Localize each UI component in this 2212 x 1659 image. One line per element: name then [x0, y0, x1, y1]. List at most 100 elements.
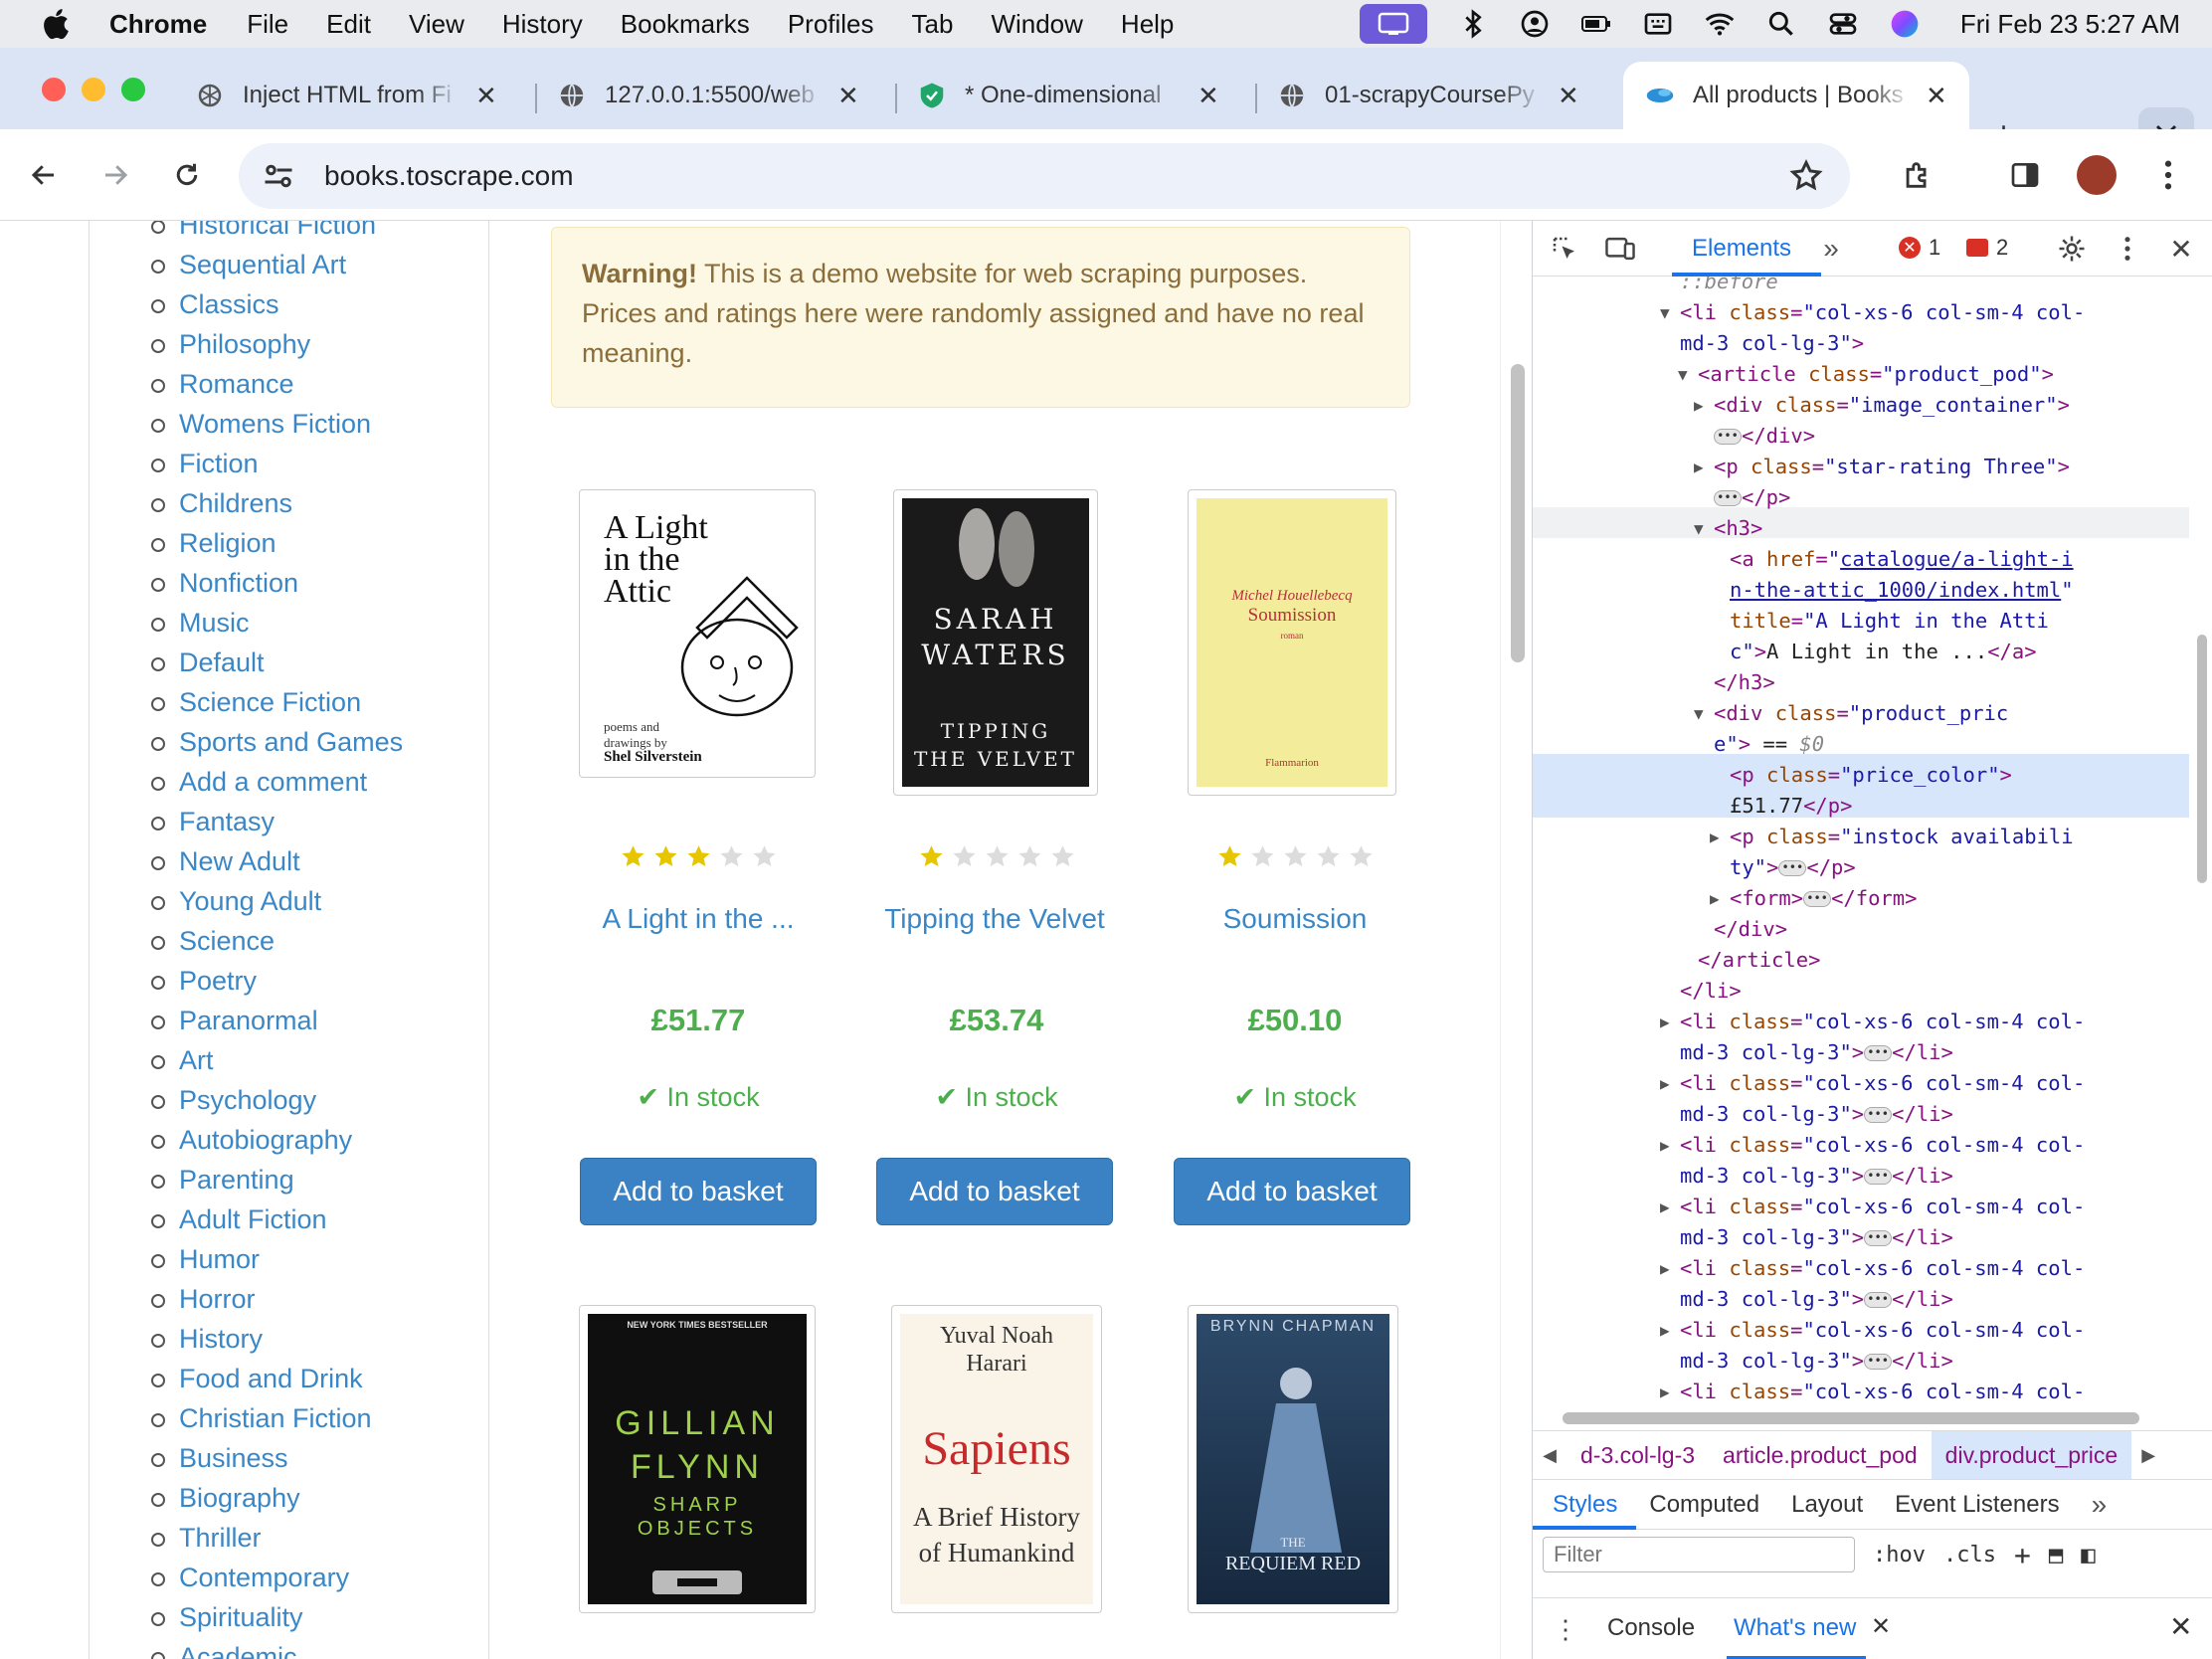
- category-link[interactable]: Business: [150, 1438, 403, 1478]
- scrollbar-thumb[interactable]: [2197, 635, 2207, 883]
- siri-icon[interactable]: [1889, 8, 1921, 40]
- ellipsis-badge[interactable]: •••: [1864, 1107, 1893, 1123]
- add-to-basket-button[interactable]: Add to basket: [876, 1158, 1113, 1225]
- collapse-triangle-icon[interactable]: ▶: [1660, 1315, 1670, 1346]
- back-button[interactable]: [20, 151, 68, 199]
- category-link[interactable]: Philosophy: [150, 324, 403, 364]
- minimize-window-button[interactable]: [82, 78, 105, 101]
- browser-tab[interactable]: Inject HTML from Fi ✕: [195, 62, 497, 129]
- product-title-link[interactable]: A Light in the ...: [549, 903, 847, 935]
- ellipsis-badge[interactable]: •••: [1778, 860, 1807, 876]
- dom-tree-horizontal-scrollbar[interactable]: [1563, 1412, 2139, 1424]
- category-link[interactable]: Music: [150, 603, 403, 643]
- chevron-right-icon[interactable]: ▶: [2131, 1445, 2165, 1466]
- category-link[interactable]: Add a comment: [150, 762, 403, 802]
- styles-filter-input[interactable]: Filter: [1543, 1537, 1855, 1572]
- book-cover[interactable]: SARAH WATERS TIPPING THE VELVET: [893, 489, 1098, 796]
- category-link[interactable]: Spirituality: [150, 1597, 403, 1637]
- menu-edit[interactable]: Edit: [326, 9, 371, 40]
- tab-console[interactable]: Console: [1607, 1614, 1695, 1642]
- tab-layout[interactable]: Layout: [1791, 1491, 1863, 1519]
- app-name-menu[interactable]: Chrome: [109, 9, 207, 40]
- ellipsis-badge[interactable]: •••: [1864, 1230, 1893, 1246]
- product-title-link[interactable]: Tipping the Velvet: [845, 903, 1144, 935]
- collapse-triangle-icon[interactable]: ▶: [1660, 1068, 1670, 1099]
- category-link[interactable]: Adult Fiction: [150, 1199, 403, 1239]
- collapse-triangle-icon[interactable]: ▶: [1694, 390, 1704, 421]
- menu-profiles[interactable]: Profiles: [788, 9, 874, 40]
- collapse-triangle-icon[interactable]: ▶: [1710, 883, 1720, 914]
- class-toggle[interactable]: .cls: [1943, 1543, 1996, 1567]
- close-devtools-icon[interactable]: ✕: [2165, 233, 2197, 265]
- menu-window[interactable]: Window: [991, 9, 1082, 40]
- add-to-basket-button[interactable]: Add to basket: [580, 1158, 817, 1225]
- dom-tree[interactable]: ::before ▼ <li class="col-xs-6 col-sm-4 co…: [1533, 276, 2189, 1629]
- spotlight-search-icon[interactable]: [1765, 8, 1797, 40]
- tab-whats-new[interactable]: What's new: [1734, 1614, 1856, 1642]
- category-link[interactable]: Food and Drink: [150, 1359, 403, 1398]
- category-link[interactable]: Christian Fiction: [150, 1398, 403, 1438]
- new-style-rule-icon[interactable]: +: [2014, 1539, 2031, 1571]
- screen-share-icon[interactable]: [1359, 4, 1427, 44]
- category-link[interactable]: Parenting: [150, 1160, 403, 1199]
- category-link[interactable]: Science Fiction: [150, 682, 403, 722]
- ellipsis-badge[interactable]: •••: [1864, 1169, 1893, 1185]
- category-link[interactable]: Fiction: [150, 444, 403, 483]
- site-info-icon[interactable]: [261, 158, 296, 194]
- ellipsis-badge[interactable]: •••: [1714, 490, 1742, 506]
- issue-count-badge[interactable]: 2: [1966, 235, 2008, 261]
- category-link[interactable]: New Adult: [150, 841, 403, 881]
- page-scrollbar[interactable]: [1500, 221, 1532, 1659]
- category-link[interactable]: Contemporary: [150, 1558, 403, 1597]
- tab-elements[interactable]: Elements: [1692, 235, 1791, 263]
- book-cover[interactable]: Yuval Noah Harari Sapiens A Brief Histor…: [891, 1305, 1102, 1613]
- collapse-triangle-icon[interactable]: ▶: [1694, 452, 1704, 482]
- hover-state-toggle[interactable]: :hov: [1873, 1543, 1926, 1567]
- category-link[interactable]: History: [150, 1319, 403, 1359]
- menu-bookmarks[interactable]: Bookmarks: [621, 9, 750, 40]
- extensions-button[interactable]: [1894, 151, 1941, 199]
- ellipsis-badge[interactable]: •••: [1714, 429, 1742, 445]
- menu-tab[interactable]: Tab: [912, 9, 954, 40]
- category-link[interactable]: Default: [150, 643, 403, 682]
- menu-help[interactable]: Help: [1121, 9, 1174, 40]
- category-link[interactable]: Nonfiction: [150, 563, 403, 603]
- address-bar[interactable]: books.toscrape.com: [239, 143, 1850, 209]
- category-link[interactable]: Art: [150, 1040, 403, 1080]
- ellipsis-badge[interactable]: •••: [1864, 1045, 1893, 1061]
- tab-computed[interactable]: Computed: [1649, 1491, 1759, 1519]
- browser-tab[interactable]: 127.0.0.1:5500/web ✕: [557, 62, 859, 129]
- category-link[interactable]: Religion: [150, 523, 403, 563]
- browser-tab-active[interactable]: All products | Books ✕: [1623, 62, 1969, 129]
- category-link[interactable]: Horror: [150, 1279, 403, 1319]
- category-link[interactable]: Poetry: [150, 961, 403, 1001]
- book-cover[interactable]: A Light in the Attic poems and drawings …: [579, 489, 816, 778]
- category-link[interactable]: Science: [150, 921, 403, 961]
- side-panel-button[interactable]: [2001, 151, 2049, 199]
- chevron-left-icon[interactable]: ◀: [1533, 1445, 1567, 1466]
- drawer-menu-icon[interactable]: ⋮: [1553, 1614, 1578, 1645]
- menubar-clock[interactable]: Fri Feb 23 5:27 AM: [1960, 9, 2180, 40]
- zoom-window-button[interactable]: [121, 78, 145, 101]
- book-cover[interactable]: NEW YORK TIMES BESTSELLER GILLIAN FLYNN …: [579, 1305, 816, 1613]
- category-link[interactable]: Romance: [150, 364, 403, 404]
- category-link[interactable]: Humor: [150, 1239, 403, 1279]
- url-text[interactable]: books.toscrape.com: [324, 160, 574, 192]
- breadcrumb-item-selected[interactable]: div.product_price: [1931, 1431, 2132, 1479]
- expand-triangle-icon[interactable]: ▼: [1678, 359, 1688, 390]
- close-tab-icon[interactable]: ✕: [1198, 81, 1219, 111]
- close-tab-icon[interactable]: ✕: [1926, 81, 1947, 111]
- ellipsis-badge[interactable]: •••: [1864, 1292, 1893, 1308]
- product-title-link[interactable]: Soumission: [1146, 903, 1444, 935]
- breadcrumb-item[interactable]: article.product_pod: [1709, 1442, 1932, 1469]
- device-toolbar-icon[interactable]: [1604, 233, 1636, 265]
- inspect-element-icon[interactable]: [1549, 233, 1580, 265]
- ellipsis-badge[interactable]: •••: [1864, 1354, 1893, 1370]
- more-tabs-icon[interactable]: »: [1815, 233, 1847, 265]
- scrollbar-thumb[interactable]: [1511, 364, 1525, 662]
- close-tab-icon[interactable]: ✕: [1871, 1612, 1891, 1641]
- collapse-triangle-icon[interactable]: ▶: [1710, 822, 1720, 852]
- profile-button[interactable]: [2073, 151, 2120, 199]
- error-count-badge[interactable]: ✕ 1: [1899, 235, 1940, 261]
- toggle-sidebar-icon[interactable]: ◧: [2081, 1541, 2095, 1568]
